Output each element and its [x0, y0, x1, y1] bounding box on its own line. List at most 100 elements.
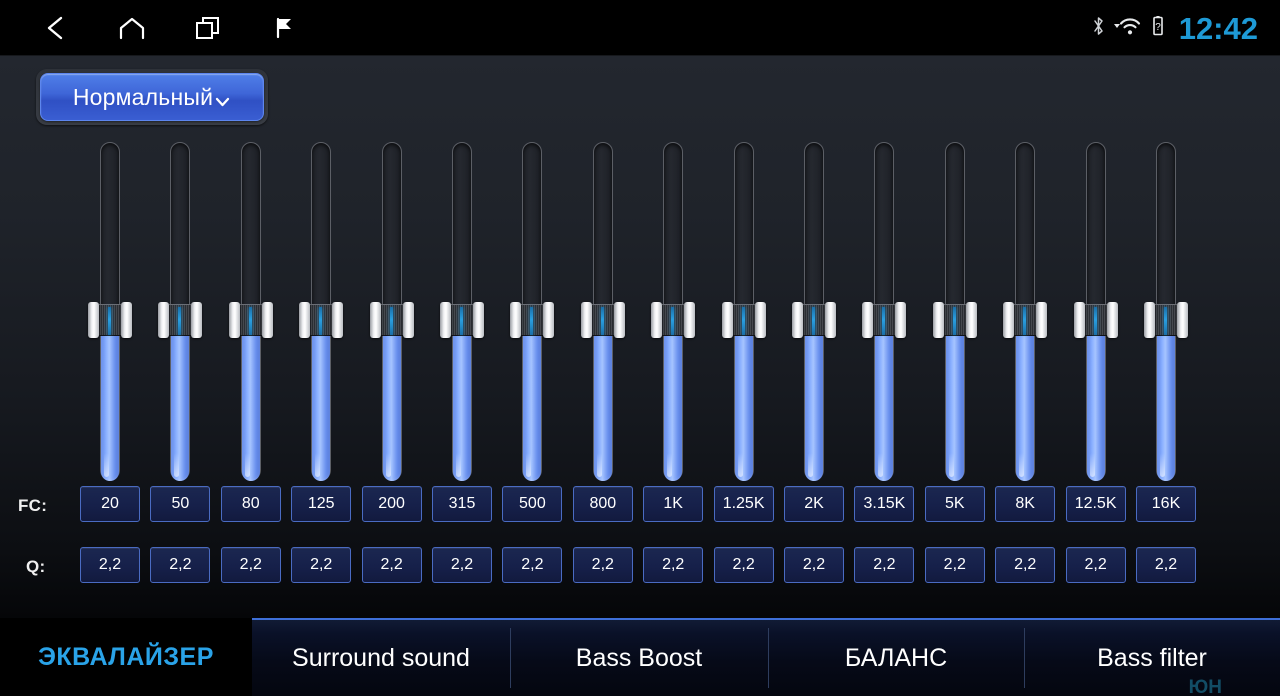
q-cell[interactable]: 2,2	[220, 547, 281, 583]
fc-cell[interactable]: 3.15K	[854, 486, 915, 522]
tab-2[interactable]: Surround sound	[252, 618, 510, 696]
band-slider[interactable]	[299, 142, 344, 482]
tab-1[interactable]: ЭКВАЛАЙЗЕР	[0, 618, 252, 696]
slider-thumb-cap-left	[299, 301, 311, 338]
preset-selector[interactable]: Нормальный	[36, 69, 268, 125]
fc-row-label: FC:	[18, 496, 48, 515]
slider-thumb-grip	[803, 303, 825, 336]
band-slider[interactable]	[862, 142, 907, 482]
band-slider[interactable]	[580, 142, 625, 482]
fc-cell[interactable]: 5K	[924, 486, 985, 522]
slider-thumb-cap-left	[932, 301, 944, 338]
q-cell[interactable]: 2,2	[432, 547, 492, 583]
fc-cell[interactable]: 16K	[1136, 486, 1196, 522]
band-slider[interactable]	[510, 142, 555, 482]
slider-thumb[interactable]	[228, 301, 273, 338]
band-slider[interactable]	[792, 142, 836, 482]
slider-thumb-cap-right	[261, 301, 273, 338]
slider-thumb-cap-right	[402, 301, 414, 338]
fc-cell[interactable]: 50	[150, 486, 211, 522]
fc-cell[interactable]: 125	[291, 486, 352, 522]
tab-4[interactable]: БАЛАНС	[768, 618, 1024, 696]
band-slider[interactable]	[721, 142, 766, 482]
slider-fill	[523, 318, 542, 481]
slider-thumb[interactable]	[1003, 301, 1048, 338]
band-slider[interactable]	[440, 142, 484, 482]
band-slider[interactable]	[932, 142, 977, 482]
fc-cell[interactable]: 20	[80, 486, 140, 522]
preset-label: Нормальный	[72, 83, 214, 110]
slider-fill	[945, 318, 964, 481]
slider-thumb-cap-left	[721, 301, 733, 338]
equalizer-panel: Нормальный FC: Q: 20 50 80 125 200 315 500 800 1…	[0, 56, 1280, 618]
fc-cell[interactable]: 12.5K	[1065, 486, 1126, 522]
q-cell[interactable]: 2,2	[924, 547, 985, 583]
fc-cell[interactable]: 2K	[784, 486, 844, 522]
fc-cell[interactable]: 1.25K	[713, 486, 774, 522]
slider-thumb[interactable]	[721, 301, 766, 338]
q-cell[interactable]: 2,2	[502, 547, 563, 583]
q-cell[interactable]: 2,2	[1065, 547, 1126, 583]
slider-thumb[interactable]	[158, 301, 203, 338]
fc-cell[interactable]: 500	[502, 486, 563, 522]
slider-thumb-cap-right	[191, 301, 203, 338]
slider-thumb-cap-left	[651, 301, 663, 338]
band-slider[interactable]	[1144, 142, 1188, 482]
wifi-icon	[1113, 15, 1143, 42]
slider-thumb[interactable]	[932, 301, 977, 338]
slider-thumb-cap-right	[332, 301, 344, 338]
band-slider[interactable]	[88, 142, 132, 482]
back-icon[interactable]	[34, 6, 78, 50]
band-slider[interactable]	[369, 142, 414, 482]
slider-fill	[1086, 318, 1105, 481]
bottom-tab-bar: ЭКВАЛАЙЗЕР Surround sound Bass Boost БАЛАНС…	[0, 618, 1280, 696]
slider-thumb-grip	[1155, 303, 1177, 336]
home-icon[interactable]	[110, 6, 154, 50]
slider-thumb[interactable]	[580, 301, 625, 338]
fc-cell[interactable]: 1K	[643, 486, 704, 522]
slider-thumb[interactable]	[1144, 301, 1188, 338]
recents-icon[interactable]	[186, 6, 230, 50]
slider-thumb-cap-left	[369, 301, 381, 338]
q-cell[interactable]: 2,2	[361, 547, 422, 583]
q-cell[interactable]: 2,2	[995, 547, 1056, 583]
q-cell[interactable]: 2,2	[291, 547, 352, 583]
slider-thumb[interactable]	[369, 301, 414, 338]
band-slider[interactable]	[651, 142, 696, 482]
tab-5[interactable]: Bass filter	[1024, 618, 1280, 696]
slider-thumb[interactable]	[299, 301, 344, 338]
q-cell[interactable]: 2,2	[80, 547, 140, 583]
slider-thumb-cap-right	[473, 301, 484, 338]
slider-thumb[interactable]	[862, 301, 907, 338]
fc-cell[interactable]: 800	[572, 486, 633, 522]
slider-thumb-cap-right	[613, 301, 625, 338]
flag-icon[interactable]	[262, 6, 306, 50]
band-slider[interactable]	[1003, 142, 1048, 482]
q-cell[interactable]: 2,2	[784, 547, 844, 583]
slider-thumb[interactable]	[651, 301, 696, 338]
slider-thumb[interactable]	[1073, 301, 1118, 338]
band-slider[interactable]	[228, 142, 273, 482]
slider-thumb-cap-left	[440, 301, 451, 338]
preset-button[interactable]: Нормальный	[40, 73, 264, 121]
slider-thumb-grip	[662, 303, 685, 336]
q-cell[interactable]: 2,2	[854, 547, 915, 583]
fc-cell[interactable]: 80	[220, 486, 281, 522]
slider-thumb[interactable]	[440, 301, 484, 338]
fc-cell[interactable]: 8K	[995, 486, 1056, 522]
q-cell[interactable]: 2,2	[150, 547, 211, 583]
navigation-bar	[0, 6, 306, 50]
slider-thumb-grip	[873, 303, 896, 336]
band-slider[interactable]	[1073, 142, 1118, 482]
fc-cell[interactable]: 200	[361, 486, 422, 522]
slider-thumb[interactable]	[510, 301, 555, 338]
q-cell[interactable]: 2,2	[713, 547, 774, 583]
q-cell[interactable]: 2,2	[572, 547, 633, 583]
q-cell[interactable]: 2,2	[1136, 547, 1196, 583]
q-cell[interactable]: 2,2	[643, 547, 704, 583]
tab-3[interactable]: Bass Boost	[510, 618, 768, 696]
fc-cell[interactable]: 315	[432, 486, 492, 522]
slider-thumb[interactable]	[792, 301, 836, 338]
slider-thumb[interactable]	[88, 301, 132, 338]
band-slider[interactable]	[158, 142, 203, 482]
